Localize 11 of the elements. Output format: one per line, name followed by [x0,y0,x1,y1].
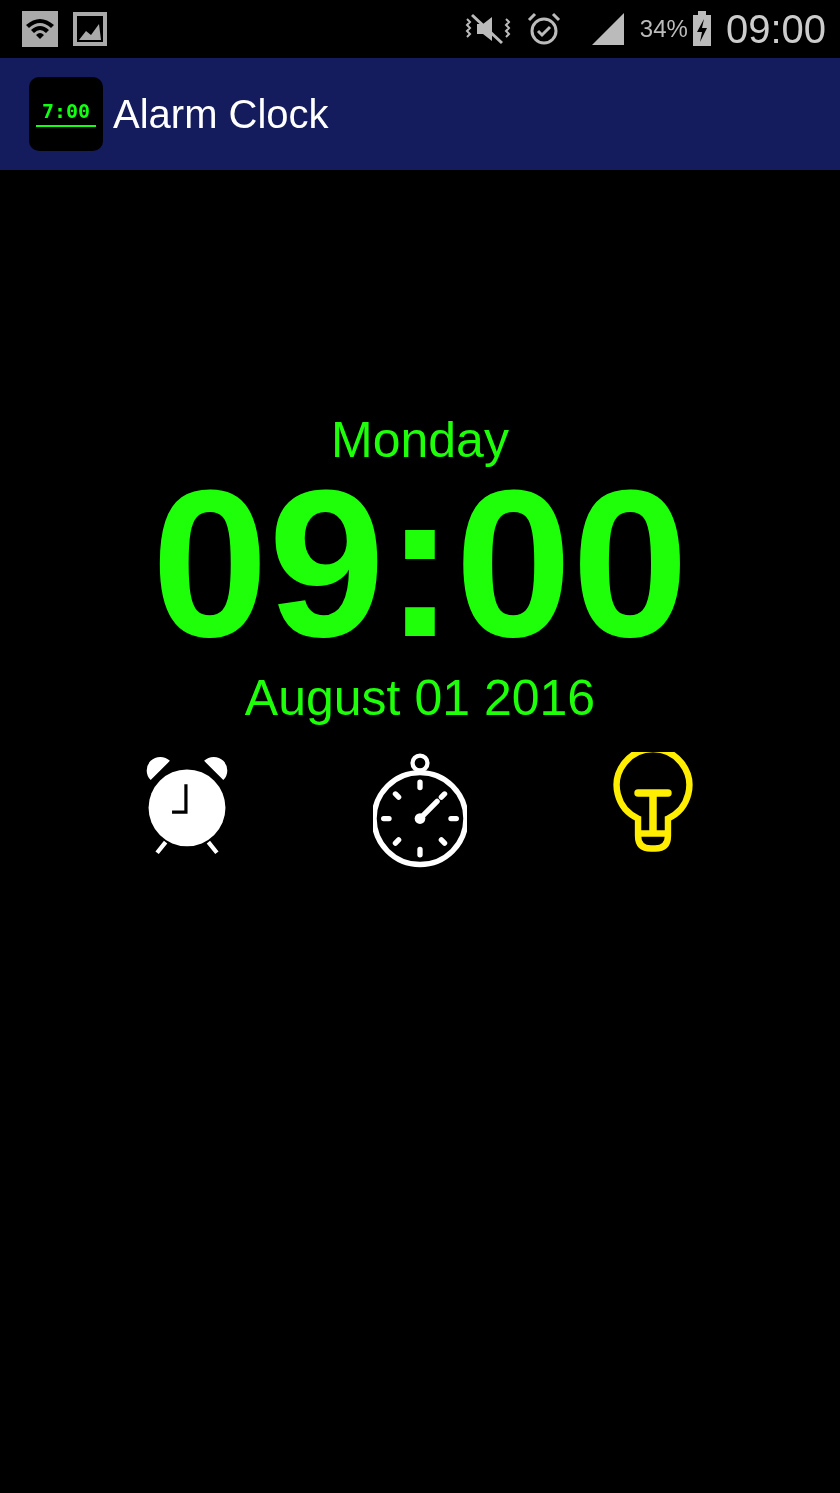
battery-percent: 34% [639,15,688,43]
app-icon: 7:00 [29,77,103,151]
battery-charging-icon [691,11,712,47]
date-label: August 01 2016 [244,669,596,728]
app-title: Alarm Clock [113,91,329,137]
status-time: 09:00 [725,6,826,52]
alarm-icon [525,11,562,47]
image-icon [72,11,108,47]
wifi-icon [22,11,58,47]
day-label: Monday [331,411,509,470]
stopwatch-icon[interactable] [373,752,467,868]
